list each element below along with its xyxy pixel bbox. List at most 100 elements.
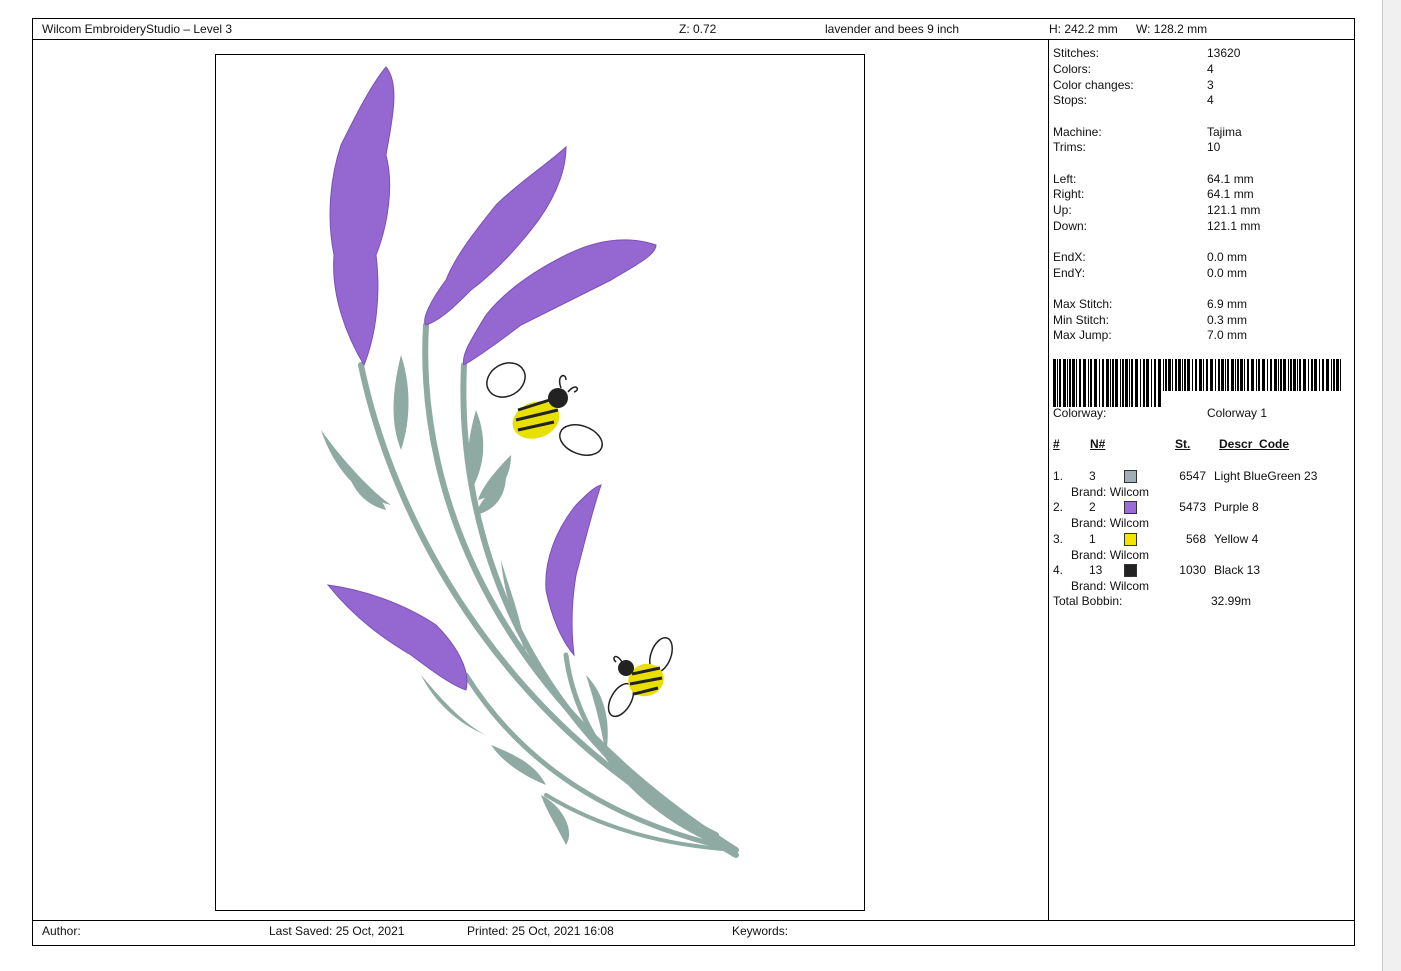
barcode-bar (1340, 359, 1341, 391)
colorway-value: Colorway 1 (1207, 406, 1268, 420)
column-header-description: Descr_Code (1219, 437, 1290, 451)
barcode-bar (1182, 359, 1183, 391)
barcode-bar (1262, 359, 1265, 391)
stat-label: Stitches: (1053, 46, 1100, 60)
stat-label: Stops: (1053, 93, 1088, 107)
barcode-bar (1221, 359, 1224, 391)
leaf (346, 465, 386, 510)
barcode-bar (1333, 359, 1335, 391)
barcode-bar (1293, 359, 1296, 391)
stat-value: 6.9 mm (1207, 297, 1248, 311)
barcode-bar (1319, 359, 1320, 391)
thread-description: Light BlueGreen 23 (1214, 469, 1318, 483)
thread-description: Purple 8 (1214, 500, 1259, 515)
row-index: 2. (1053, 500, 1064, 515)
barcode-bar (1311, 359, 1313, 391)
barcode-bar (1280, 359, 1282, 391)
design-width: W: 128.2 mm (1136, 22, 1208, 36)
barcode-bar (1256, 359, 1257, 391)
barcode-bar (1299, 359, 1301, 391)
stat-label: Max Stitch: (1053, 297, 1113, 311)
barcode-bar (1076, 359, 1077, 407)
total-bobbin-value: 32.99m (1211, 594, 1252, 608)
column-header-index: # (1053, 437, 1060, 451)
color-swatch (1124, 470, 1137, 483)
vertical-scrollbar[interactable] (1382, 0, 1401, 971)
thread-number: 1 (1089, 531, 1096, 546)
stat-value: 0.0 mm (1207, 250, 1248, 264)
stitch-count: 1030 (1179, 562, 1206, 577)
header-divider (33, 39, 1354, 40)
barcode-bar (1283, 359, 1286, 391)
barcode-bar (1203, 359, 1204, 391)
design-preview (215, 54, 865, 911)
lavender-spike (545, 484, 602, 657)
barcode-bar (1079, 359, 1081, 407)
stat-label: Machine: (1053, 125, 1102, 139)
lavender-spike (326, 584, 468, 691)
barcode-bar (1258, 359, 1260, 391)
barcode-bar (1115, 359, 1118, 407)
barcode-bar (1125, 359, 1128, 407)
row-index: 4. (1053, 562, 1064, 577)
barcode-bar (1218, 359, 1220, 391)
print-preview-page: Wilcom EmbroideryStudio – Level 3 Z: 0.7… (0, 0, 1382, 971)
design-height: H: 242.2 mm (1049, 22, 1118, 36)
barcode-bar (1099, 359, 1100, 407)
keywords-label: Keywords: (732, 924, 789, 938)
app-title: Wilcom EmbroideryStudio – Level 3 (42, 22, 233, 36)
stat-value: 121.1 mm (1207, 203, 1261, 217)
barcode-bar (1278, 359, 1279, 391)
barcode-bar (1274, 359, 1277, 391)
stat-label: Left: (1053, 172, 1077, 186)
stitch-count: 5473 (1179, 500, 1206, 515)
barcode-bar (1057, 359, 1058, 407)
barcode-bar (1163, 359, 1164, 391)
stat-value: 0.0 mm (1207, 266, 1248, 280)
barcode-bar (1235, 359, 1236, 391)
stat-label: Up: (1053, 203, 1072, 217)
stat-value: 0.3 mm (1207, 313, 1248, 327)
barcode-bar (1206, 359, 1208, 391)
barcode-bar (1195, 359, 1197, 391)
thread-number: 13 (1089, 562, 1103, 577)
barcode-bar (1151, 359, 1152, 407)
barcode-bar (1175, 359, 1177, 391)
panel-divider (1048, 39, 1049, 920)
stitch-count: 568 (1185, 531, 1206, 546)
barcode-bar (1140, 359, 1141, 407)
barcode-bar (1184, 359, 1186, 391)
barcode-bar (1069, 359, 1071, 407)
row-index: 3. (1053, 531, 1064, 546)
barcode-bar (1331, 359, 1332, 391)
stat-value: 13620 (1207, 46, 1241, 60)
stat-label: Right: (1053, 187, 1085, 201)
colorway-label: Colorway: (1053, 406, 1107, 420)
barcode-bar (1067, 359, 1068, 407)
thread-description: Black 13 (1214, 562, 1261, 577)
color-swatch (1124, 532, 1137, 546)
barcode-bar (1225, 359, 1226, 391)
author-label: Author: (42, 924, 81, 938)
barcode-bar (1112, 359, 1114, 407)
barcode-bar (1270, 359, 1272, 391)
total-bobbin-label: Total Bobbin: (1053, 594, 1123, 608)
stat-label: Down: (1053, 219, 1088, 233)
bee (607, 636, 673, 718)
thread-brand: Brand: Wilcom (1071, 547, 1150, 562)
leaf (468, 410, 484, 485)
stat-label: Min Stitch: (1053, 313, 1110, 327)
leaf (393, 355, 409, 450)
barcode-bar (1237, 359, 1239, 391)
thread-brand: Brand: Wilcom (1071, 578, 1150, 593)
barcode-bar (1210, 359, 1213, 391)
barcode-bar (1094, 359, 1097, 407)
barcode-bar (1178, 359, 1181, 391)
barcode-bar (1314, 359, 1317, 391)
barcode-bar (1102, 359, 1104, 407)
color-swatch (1124, 563, 1137, 577)
barcode-bar (1088, 359, 1089, 407)
barcode-bar (1129, 359, 1130, 407)
barcode-bar (1290, 359, 1292, 391)
printed-date: Printed: 25 Oct, 2021 16:08 (467, 924, 614, 938)
